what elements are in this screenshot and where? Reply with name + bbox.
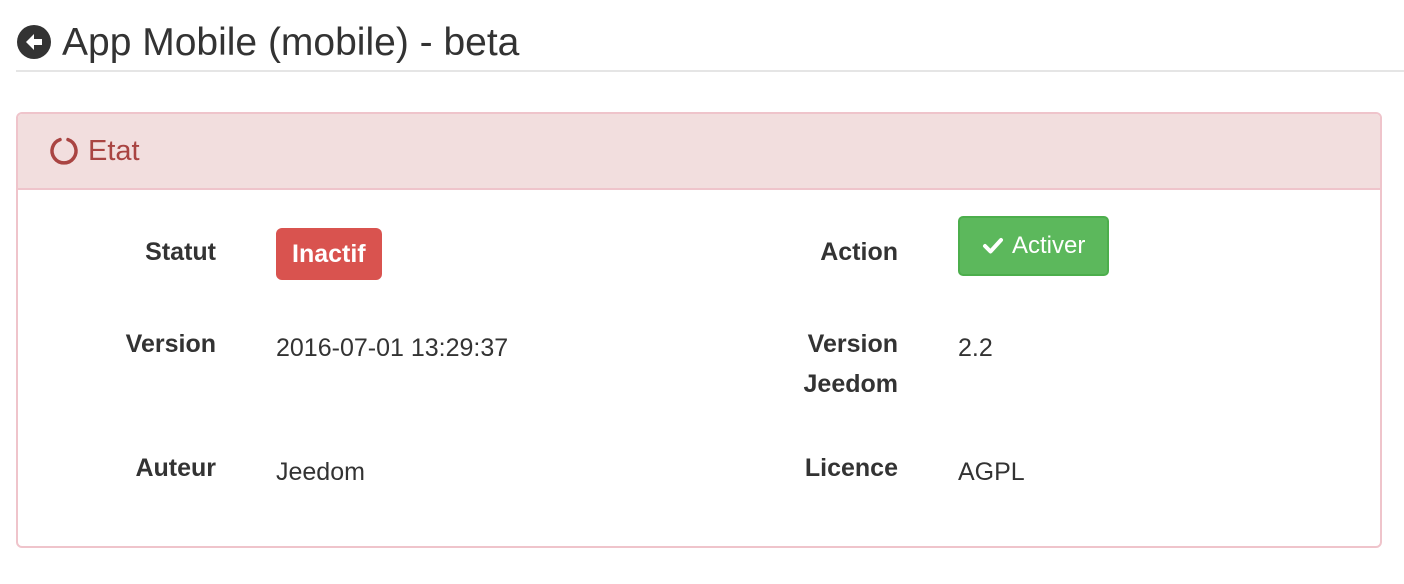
statut-label: Statut: [145, 238, 216, 266]
version-value: 2016-07-01 13:29:37: [276, 334, 509, 362]
jeedom-version-value: 2.2: [958, 334, 993, 362]
page-header: App Mobile (mobile) - beta: [16, 14, 1404, 72]
state-panel-body: Statut Inactif Action Activer Version 20…: [18, 190, 1380, 546]
page-title: App Mobile (mobile) - beta: [62, 20, 520, 64]
circle-notch-icon: [48, 135, 80, 167]
state-panel: Etat Statut Inactif Action Activer Versi…: [16, 112, 1382, 548]
status-badge: Inactif: [276, 228, 382, 280]
activate-button[interactable]: Activer: [958, 216, 1110, 276]
plugin-page: App Mobile (mobile) - beta Etat Statut I…: [0, 0, 1404, 584]
licence-label: Licence: [804, 454, 898, 482]
action-label: Action: [820, 238, 898, 266]
jeedom-version-label-line-2: Jeedom: [803, 370, 898, 398]
auteur-value: Jeedom: [276, 458, 365, 486]
auteur-label: Auteur: [135, 454, 216, 482]
panel-title: Etat: [88, 134, 140, 167]
state-panel-heading: Etat: [18, 114, 1380, 190]
version-label: Version: [125, 330, 216, 358]
activate-button-label: Activer: [1012, 232, 1086, 259]
back-arrow-icon[interactable]: [16, 24, 52, 60]
jeedom-version-label: Version Jeedom: [738, 324, 898, 404]
licence-value: AGPL: [958, 458, 1025, 486]
jeedom-version-label-line-1: Version: [807, 330, 898, 358]
check-icon: [982, 235, 1004, 257]
